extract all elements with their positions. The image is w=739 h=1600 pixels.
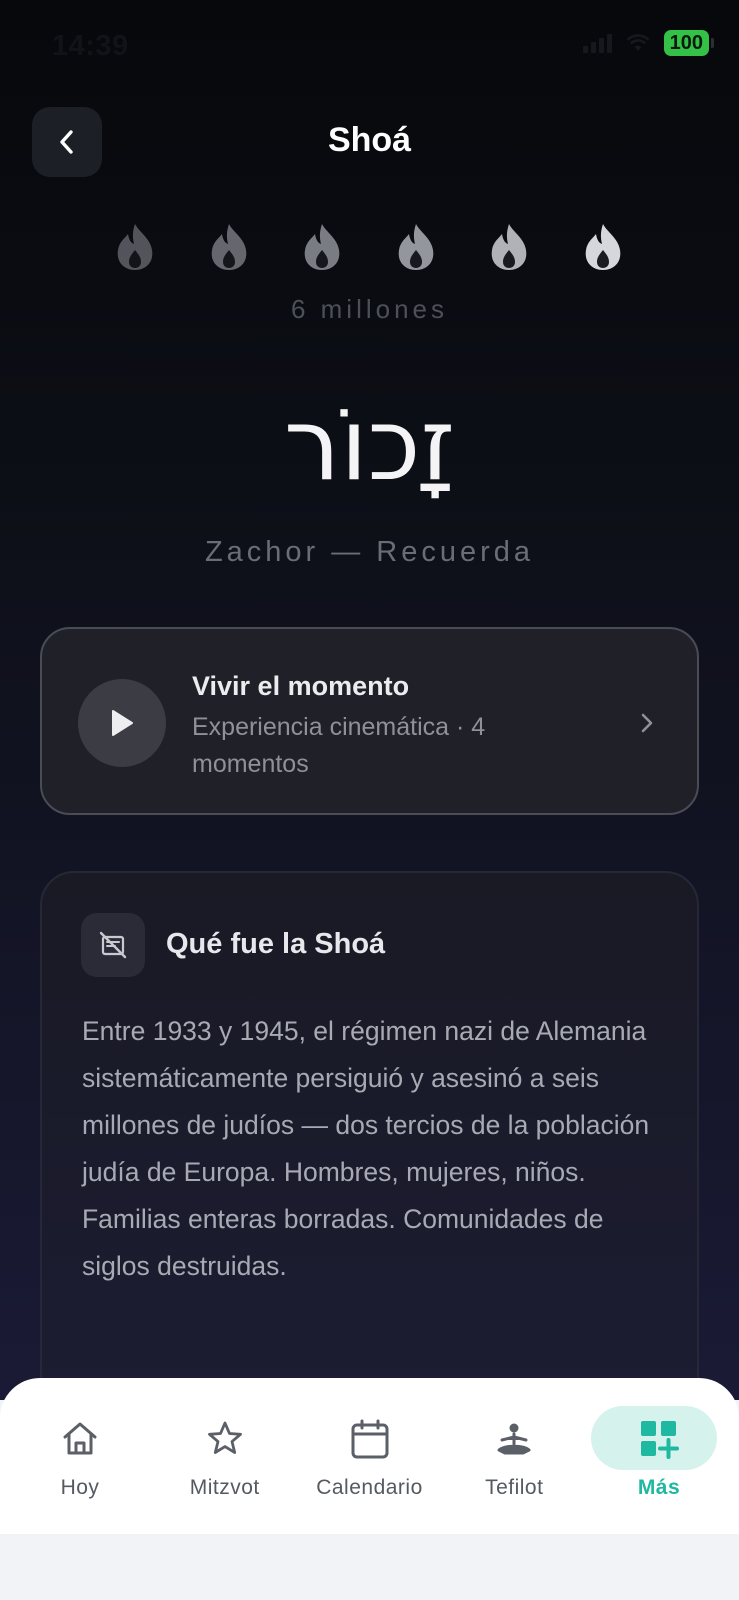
flame-icon [398, 224, 434, 270]
tab-label: Calendario [316, 1476, 423, 1499]
moment-title: Vivir el momento [192, 671, 410, 701]
chevron-right-icon [641, 713, 653, 733]
tab-mas[interactable]: Más [589, 1378, 729, 1534]
info-body: Entre 1933 y 1945, el régimen nazi de Al… [82, 1016, 650, 1281]
tab-mitzvot[interactable]: Mitzvot [155, 1378, 295, 1534]
tab-label: Hoy [60, 1476, 100, 1499]
history-icon-box [81, 913, 145, 977]
flame-icon [585, 224, 621, 270]
prayer-icon [497, 1423, 531, 1455]
play-button[interactable] [78, 679, 166, 767]
play-icon [112, 710, 133, 736]
tab-label: Más [637, 1476, 681, 1499]
page-title: Shoá [327, 121, 412, 159]
flame-icon [304, 224, 340, 270]
tab-calendario[interactable]: Calendario [300, 1378, 440, 1534]
info-title: Qué fue la Shoá [166, 928, 386, 960]
flame-icon [492, 224, 527, 270]
star-icon [207, 1421, 242, 1454]
info-card: Qué fue la Shoá Entre 1933 y 1945, el ré… [40, 871, 699, 1400]
wifi-icon [626, 34, 650, 51]
tab-label: Tefilot [485, 1476, 544, 1499]
moment-description: Experiencia cinemática · 4 momentos [192, 713, 486, 778]
battery-indicator: 100 [663, 30, 715, 56]
history-icon [99, 931, 127, 959]
status-time: 14:39 [52, 30, 129, 62]
status-indicators: 100 [582, 30, 715, 56]
tab-hoy[interactable]: Hoy [10, 1378, 150, 1534]
flames-row [112, 222, 626, 272]
calendar-icon [351, 1419, 388, 1459]
signal-icon [582, 33, 612, 53]
flame-icon [211, 224, 246, 270]
live-moment-card[interactable]: Vivir el momento Experiencia cinemática … [40, 627, 699, 815]
tab-label: Mitzvot [189, 1476, 260, 1499]
memorial-screen: 14:39 100 Shoá 6 millones זָכוֹר Zachor … [0, 0, 739, 1400]
flame-icon [117, 224, 153, 270]
bottom-tab-bar: Hoy Mitzvot Calendario Tefilot Más [0, 1378, 739, 1534]
hebrew-translation: Zachor — Recuerda [204, 536, 535, 568]
hebrew-word: זָכוֹר [283, 386, 456, 503]
millions-caption: 6 millones [290, 294, 449, 324]
home-icon [63, 1422, 97, 1455]
tab-tefilot[interactable]: Tefilot [444, 1378, 584, 1534]
grid-plus-icon [641, 1421, 679, 1459]
